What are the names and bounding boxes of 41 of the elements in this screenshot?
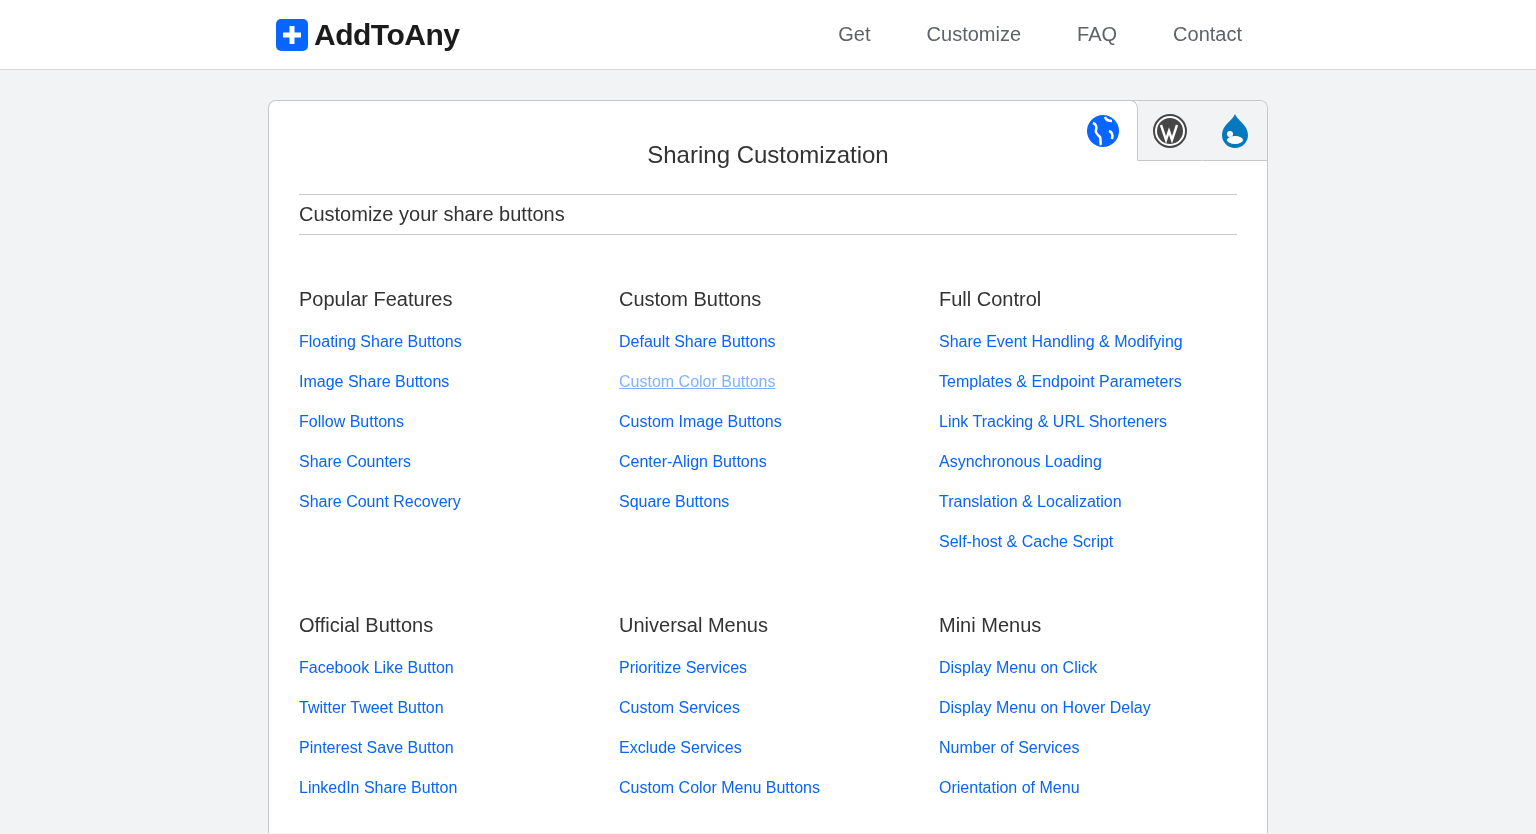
nav-link[interactable]: Contact xyxy=(1145,23,1260,46)
feature-link[interactable]: Floating Share Buttons xyxy=(299,333,462,351)
section-heading: Official Buttons xyxy=(299,613,434,637)
feature-link[interactable]: Display Menu on Click xyxy=(939,659,1098,677)
section-heading: Mini Menus xyxy=(939,613,1042,637)
logo-text: AddToAny xyxy=(314,17,460,52)
feature-link[interactable]: Facebook Like Button xyxy=(299,659,454,677)
feature-link[interactable]: Share Counters xyxy=(299,453,412,471)
feature-link[interactable]: Link Tracking & URL Shorteners xyxy=(939,413,1167,431)
section-heading: Popular Features xyxy=(299,287,453,311)
section-heading: Custom Buttons xyxy=(619,287,762,311)
logo[interactable]: AddToAny xyxy=(276,17,460,52)
section-heading: Universal Menus xyxy=(619,613,768,637)
nav-link[interactable]: Get xyxy=(810,23,899,46)
feature-link[interactable]: Asynchronous Loading xyxy=(939,453,1102,471)
section-subtitle: Customize your share buttons xyxy=(299,194,1237,235)
feature-link[interactable]: LinkedIn Share Button xyxy=(299,779,458,797)
feature-link[interactable]: Custom Color Menu Buttons xyxy=(619,779,820,797)
feature-link[interactable]: Number of Services xyxy=(939,739,1080,757)
feature-link[interactable]: Center-Align Buttons xyxy=(619,453,767,471)
feature-link[interactable]: Twitter Tweet Button xyxy=(299,699,444,717)
page-title: Sharing Customization xyxy=(646,141,890,169)
nav-link[interactable]: FAQ xyxy=(1049,23,1146,46)
feature-link[interactable]: Custom Image Buttons xyxy=(619,413,782,431)
nav-link[interactable]: Customize xyxy=(898,23,1050,46)
feature-link[interactable]: Square Buttons xyxy=(619,493,730,511)
feature-link[interactable]: Translation & Localization xyxy=(939,493,1122,511)
feature-link[interactable]: Prioritize Services xyxy=(619,659,748,677)
feature-link[interactable]: Follow Buttons xyxy=(299,413,404,431)
feature-link[interactable]: Self-host & Cache Script xyxy=(939,533,1114,551)
feature-link[interactable]: Default Share Buttons xyxy=(619,333,776,351)
feature-link[interactable]: Share Count Recovery xyxy=(299,493,461,511)
section-heading: Full Control xyxy=(939,287,1042,311)
feature-link[interactable]: Exclude Services xyxy=(619,739,742,757)
feature-link[interactable]: Share Event Handling & Modifying xyxy=(939,333,1183,351)
feature-link[interactable]: Orientation of Menu xyxy=(939,779,1080,797)
feature-link[interactable]: Pinterest Save Button xyxy=(299,739,454,757)
feature-link[interactable]: Display Menu on Hover Delay xyxy=(939,699,1151,717)
feature-link[interactable]: Image Share Buttons xyxy=(299,373,450,391)
feature-link[interactable]: Templates & Endpoint Parameters xyxy=(939,373,1182,391)
feature-link[interactable]: Custom Services xyxy=(619,699,740,717)
